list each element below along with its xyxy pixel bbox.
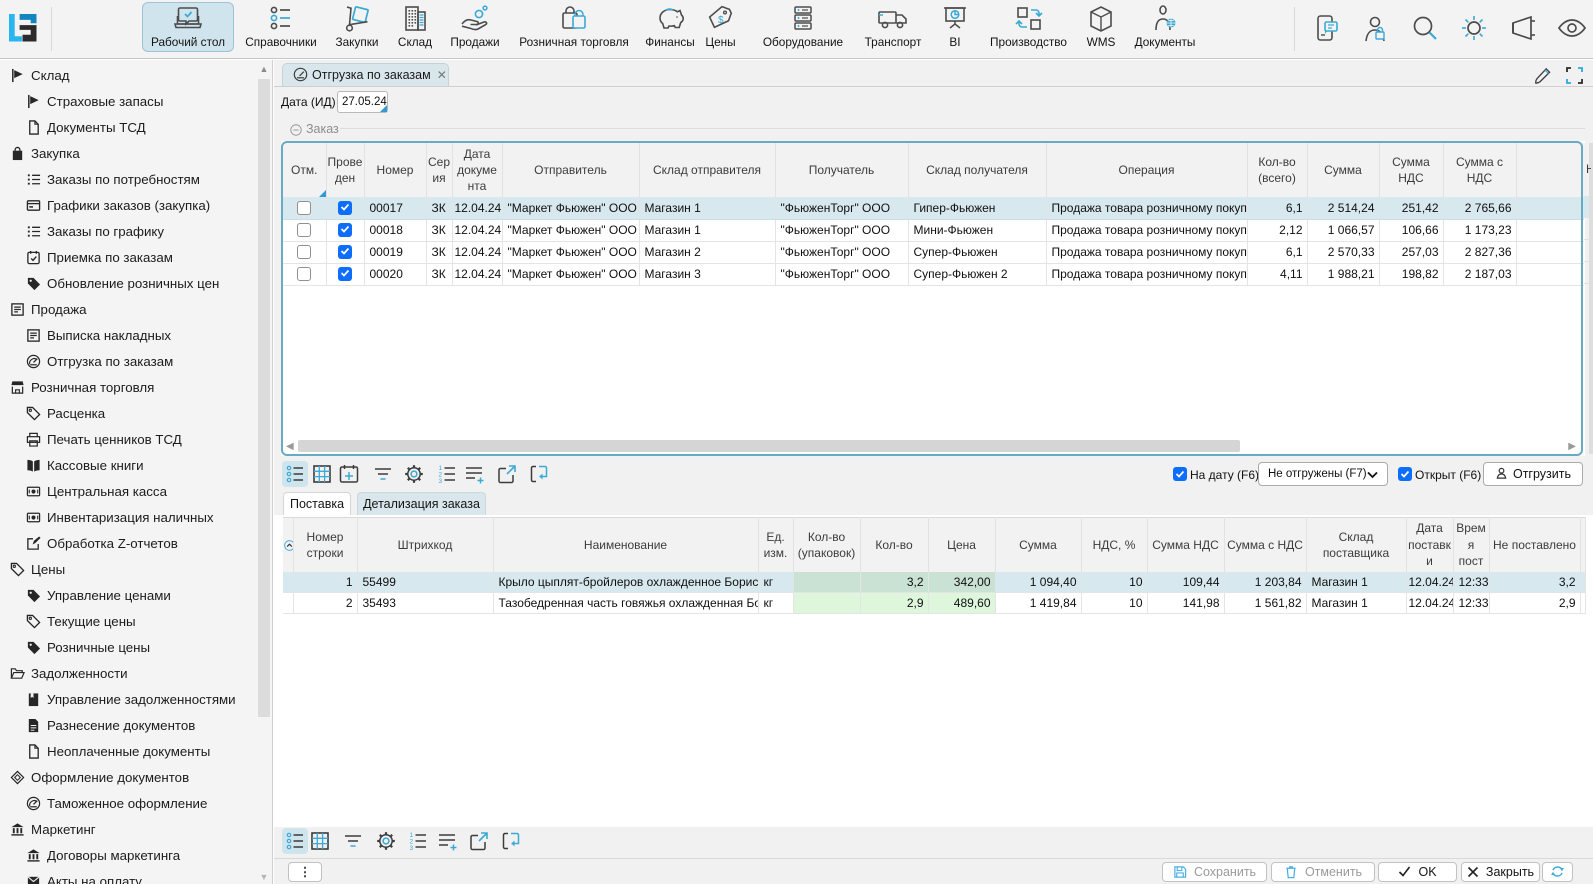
svg-text:3: 3 xyxy=(439,478,443,485)
svg-text:3: 3 xyxy=(410,845,414,852)
svg-text:$: $ xyxy=(718,15,724,26)
